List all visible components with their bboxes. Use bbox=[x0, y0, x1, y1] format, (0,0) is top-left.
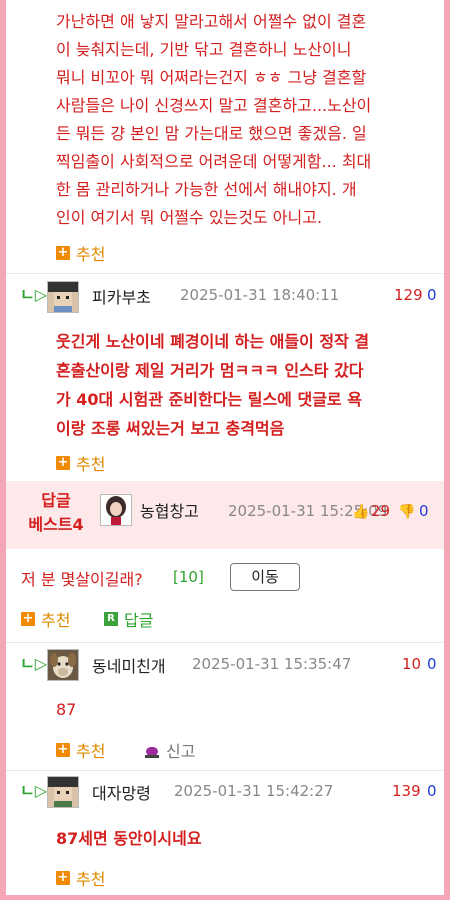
recommend-button[interactable]: + 추천 bbox=[56, 866, 105, 890]
downvote-count: 0 bbox=[427, 655, 437, 673]
comment-text: 87 bbox=[56, 700, 77, 719]
recommend-label: 추천 bbox=[76, 455, 106, 474]
plus-icon: + bbox=[56, 245, 70, 260]
author-name[interactable]: 동네미친개 bbox=[92, 653, 166, 677]
author-name[interactable]: 농협창고 bbox=[140, 498, 199, 522]
upvote-count: 129 bbox=[394, 286, 423, 304]
plus-icon: + bbox=[56, 870, 70, 885]
move-button[interactable]: 이동 bbox=[230, 563, 300, 591]
author-name[interactable]: 피카부초 bbox=[92, 284, 151, 308]
recommend-label: 추천 bbox=[76, 245, 106, 264]
reply-label: 답글 bbox=[124, 611, 154, 630]
upvote-count: 139 bbox=[392, 782, 421, 800]
avatar[interactable] bbox=[100, 494, 132, 526]
divider bbox=[6, 770, 444, 771]
recommend-button[interactable]: + 추천 bbox=[21, 607, 70, 631]
recommend-label: 추천 bbox=[76, 742, 106, 761]
divider bbox=[6, 642, 444, 643]
recommend-label: 추천 bbox=[76, 870, 106, 889]
comment-date: 2025-01-31 18:40:11 bbox=[180, 286, 340, 304]
siren-icon bbox=[144, 743, 160, 758]
comment-text: 87세면 동안이시네요 bbox=[56, 829, 202, 848]
recommend-button[interactable]: + 추천 bbox=[56, 738, 105, 762]
avatar[interactable] bbox=[47, 281, 79, 313]
comment-date: 2025-01-31 15:35:47 bbox=[192, 655, 352, 673]
thumbs-up-icon[interactable]: 👍 bbox=[352, 504, 369, 520]
plus-icon: + bbox=[21, 611, 35, 626]
divider bbox=[6, 273, 444, 274]
avatar[interactable] bbox=[47, 649, 79, 681]
recommend-label: 추천 bbox=[41, 611, 71, 630]
reply-count[interactable]: [10] bbox=[173, 568, 204, 586]
comment-list: 가난하면 애 낳지 말라고해서 어쩔수 없이 결혼 이 늦춰지는데, 기반 닦고… bbox=[6, 0, 444, 895]
best-reply-label: 답글 베스트4 bbox=[28, 491, 84, 534]
avatar[interactable] bbox=[47, 776, 79, 808]
report-label: 신고 bbox=[166, 742, 196, 761]
reply-arrow-icon: ㄴ▷ bbox=[20, 781, 48, 800]
reply-icon: R bbox=[104, 612, 118, 626]
author-name[interactable]: 대자망령 bbox=[92, 780, 151, 804]
plus-icon: + bbox=[56, 455, 70, 470]
downvote-count: 0 bbox=[427, 286, 437, 304]
report-button[interactable]: 신고 bbox=[144, 738, 195, 762]
comment-text: 가난하면 애 낳지 말라고해서 어쩔수 없이 결혼 이 늦춰지는데, 기반 닦고… bbox=[56, 12, 372, 227]
upvote-count: 10 bbox=[402, 655, 422, 673]
comment-date: 2025-01-31 15:42:27 bbox=[174, 782, 334, 800]
thumbs-down-icon[interactable]: 👎 bbox=[398, 504, 415, 520]
comment-text: 웃긴게 노산이네 폐경이네 하는 애들이 정작 결 혼출산이랑 제일 거리가 멈… bbox=[56, 332, 370, 438]
recommend-button[interactable]: + 추천 bbox=[56, 241, 105, 265]
comment-text: 저 분 몇살이길래? bbox=[21, 570, 143, 589]
reply-button[interactable]: R 답글 bbox=[104, 607, 153, 631]
downvote-count: 0 bbox=[427, 782, 437, 800]
reply-arrow-icon: ㄴ▷ bbox=[20, 654, 48, 673]
recommend-button[interactable]: + 추천 bbox=[56, 451, 105, 475]
plus-icon: + bbox=[56, 742, 70, 757]
upvote-count: 29 bbox=[371, 502, 391, 520]
reply-arrow-icon: ㄴ▷ bbox=[20, 285, 48, 304]
downvote-count: 0 bbox=[419, 502, 429, 520]
